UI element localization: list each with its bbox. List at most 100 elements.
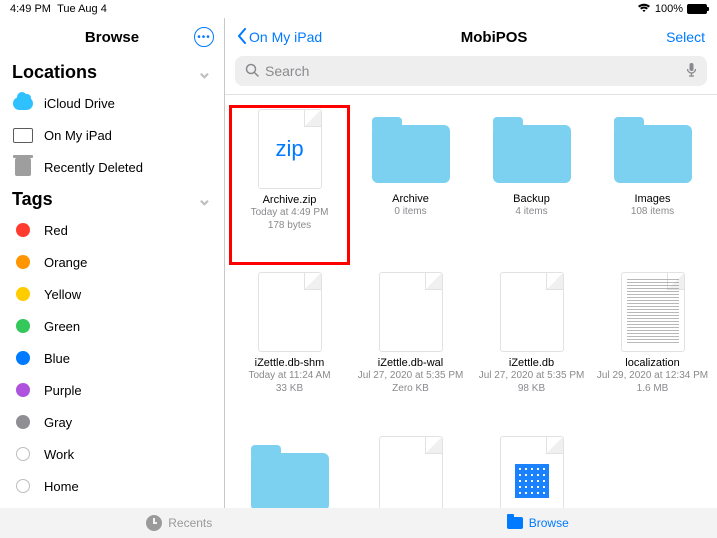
tag-color-dot: [16, 319, 30, 333]
battery-percent: 100%: [655, 3, 683, 15]
file-meta: Today at 4:49 PM: [251, 206, 329, 219]
file-item[interactable]: [471, 433, 592, 508]
sidebar-item-label: iCloud Drive: [44, 96, 212, 111]
file-name: iZettle.db: [509, 357, 554, 369]
tags-header[interactable]: Tags ⌄: [0, 183, 224, 214]
folder-icon: [372, 125, 450, 183]
tag-empty-circle: [16, 479, 30, 493]
sidebar-item-label: Gray: [44, 415, 212, 430]
main-panel: On My iPad MobiPOS Select zipArchive.zip…: [225, 18, 717, 508]
clock-icon: [146, 515, 162, 531]
file-item[interactable]: localizationJul 29, 2020 at 12:34 PM1.6 …: [592, 269, 713, 429]
tag-color-dot: [16, 223, 30, 237]
sidebar-item-label: On My iPad: [44, 128, 212, 143]
sidebar-item-label: Recently Deleted: [44, 160, 212, 175]
sidebar-tag-item[interactable]: Blue: [0, 342, 224, 374]
chevron-down-icon: ⌄: [197, 189, 212, 210]
file-name: Archive.zip: [263, 194, 317, 206]
select-button[interactable]: Select: [666, 29, 705, 45]
file-meta: Jul 27, 2020 at 5:35 PM: [479, 369, 585, 382]
back-button[interactable]: On My iPad: [237, 28, 322, 47]
folder-icon: [493, 125, 571, 183]
file-meta: 33 KB: [276, 382, 303, 395]
file-meta: 98 KB: [518, 382, 545, 395]
chevron-down-icon: ⌄: [197, 62, 212, 83]
tag-color-dot: [16, 287, 30, 301]
file-icon: [379, 272, 443, 352]
microphone-icon[interactable]: [686, 62, 697, 81]
sidebar: Browse ••• Locations ⌄ iCloud Drive On M…: [0, 18, 225, 508]
file-meta: Today at 11:24 AM: [248, 369, 330, 382]
file-item[interactable]: iZettle.dbJul 27, 2020 at 5:35 PM98 KB: [471, 269, 592, 429]
file-item[interactable]: Backup4 items: [471, 105, 592, 265]
file-item[interactable]: iZettle.db-walJul 27, 2020 at 5:35 PMZer…: [350, 269, 471, 429]
file-item[interactable]: [229, 433, 350, 508]
search-input[interactable]: [265, 63, 680, 79]
sidebar-item-label: Purple: [44, 383, 212, 398]
file-item[interactable]: iZettle.db-shmToday at 11:24 AM33 KB: [229, 269, 350, 429]
search-icon: [245, 63, 259, 80]
file-meta: 1.6 MB: [637, 382, 669, 395]
sidebar-item-label: Orange: [44, 255, 212, 270]
locations-header[interactable]: Locations ⌄: [0, 56, 224, 87]
file-name: Archive: [392, 193, 429, 205]
sidebar-item-recently-deleted[interactable]: Recently Deleted: [0, 151, 224, 183]
tab-browse[interactable]: Browse: [359, 508, 717, 538]
sidebar-item-label: Home: [44, 479, 212, 494]
sidebar-tag-item[interactable]: Orange: [0, 246, 224, 278]
file-name: Backup: [513, 193, 550, 205]
file-item[interactable]: [350, 433, 471, 508]
file-meta: Jul 27, 2020 at 5:35 PM: [358, 369, 464, 382]
file-meta: Jul 29, 2020 at 12:34 PM: [597, 369, 708, 382]
grid-file-icon: [500, 436, 564, 508]
file-item[interactable]: Images108 items: [592, 105, 713, 265]
file-name: iZettle.db-shm: [255, 357, 325, 369]
tag-color-dot: [16, 351, 30, 365]
sidebar-tag-item[interactable]: Red: [0, 214, 224, 246]
tag-color-dot: [16, 383, 30, 397]
sidebar-tag-item[interactable]: Purple: [0, 374, 224, 406]
file-name: iZettle.db-wal: [378, 357, 443, 369]
wifi-icon: [637, 3, 651, 16]
tag-color-dot: [16, 255, 30, 269]
chevron-left-icon: [237, 28, 247, 47]
more-options-button[interactable]: •••: [194, 27, 214, 47]
sidebar-tag-item[interactable]: Work: [0, 438, 224, 470]
battery-icon: [687, 4, 707, 14]
file-meta: 0 items: [394, 205, 426, 218]
file-meta: 4 items: [515, 205, 547, 218]
file-meta: 178 bytes: [268, 219, 311, 232]
status-date: Tue Aug 4: [57, 3, 107, 15]
folder-icon: [251, 453, 329, 508]
sidebar-tag-item[interactable]: Gray: [0, 406, 224, 438]
tab-recents[interactable]: Recents: [0, 508, 359, 538]
file-icon: [379, 436, 443, 508]
sidebar-tag-item[interactable]: Home: [0, 470, 224, 502]
page-title: MobiPOS: [461, 29, 528, 46]
sidebar-title: Browse: [85, 29, 139, 46]
status-bar: 4:49 PM Tue Aug 4 100%: [0, 0, 717, 18]
trash-icon: [15, 158, 31, 176]
tag-empty-circle: [16, 447, 30, 461]
file-item[interactable]: zipArchive.zipToday at 4:49 PM178 bytes: [229, 105, 350, 265]
folder-icon: [507, 517, 523, 529]
text-file-icon: [621, 272, 685, 352]
sidebar-item-ipad[interactable]: On My iPad: [0, 119, 224, 151]
file-icon: [500, 272, 564, 352]
file-icon: [258, 272, 322, 352]
file-grid: zipArchive.zipToday at 4:49 PM178 bytesA…: [225, 103, 717, 508]
divider: [225, 94, 717, 95]
folder-icon: [614, 125, 692, 183]
file-name: localization: [625, 357, 679, 369]
sidebar-item-label: Green: [44, 319, 212, 334]
search-bar[interactable]: [235, 56, 707, 86]
sidebar-tag-item[interactable]: Green: [0, 310, 224, 342]
sidebar-item-label: Work: [44, 447, 212, 462]
sidebar-item-label: Red: [44, 223, 212, 238]
sidebar-item-label: Yellow: [44, 287, 212, 302]
file-item[interactable]: Archive0 items: [350, 105, 471, 265]
sidebar-tag-item[interactable]: Yellow: [0, 278, 224, 310]
bottom-tab-bar: Recents Browse: [0, 508, 717, 538]
sidebar-item-label: Blue: [44, 351, 212, 366]
sidebar-item-icloud[interactable]: iCloud Drive: [0, 87, 224, 119]
